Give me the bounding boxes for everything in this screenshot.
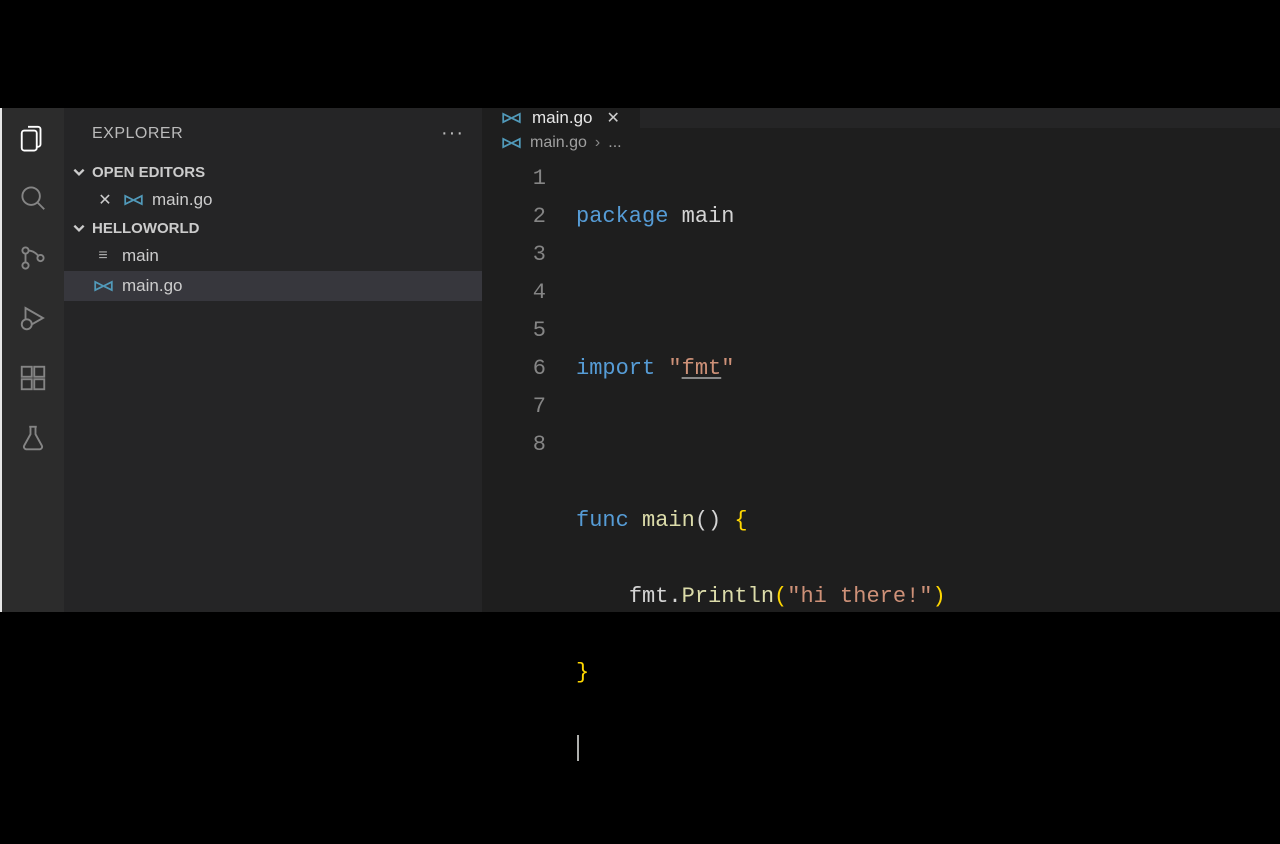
tab-main-go[interactable]: ᐅᐊ main.go ✕ bbox=[482, 108, 640, 128]
cursor bbox=[577, 735, 579, 761]
file-name: main bbox=[122, 246, 159, 266]
tok-brace: } bbox=[576, 660, 589, 685]
line-number: 2 bbox=[482, 198, 546, 236]
code-editor[interactable]: 1 2 3 4 5 6 7 8 package main import "fmt… bbox=[482, 158, 1280, 844]
tok-string: " bbox=[721, 356, 734, 381]
breadcrumb-filename: main.go bbox=[530, 134, 587, 152]
tab-filename: main.go bbox=[532, 108, 592, 128]
sidebar-more-icon[interactable]: ··· bbox=[441, 122, 464, 145]
binary-file-icon: ≡ bbox=[92, 247, 114, 265]
go-file-icon: ᐅᐊ bbox=[500, 110, 522, 127]
editor-area: ᐅᐊ main.go ✕ ᐅᐊ main.go › ... 1 2 3 4 5 … bbox=[482, 108, 1280, 612]
tok-punct: . bbox=[668, 584, 681, 609]
line-number: 7 bbox=[482, 388, 546, 426]
tok-paren: ( bbox=[774, 584, 787, 609]
workspace-header[interactable]: HELLOWORLD bbox=[64, 215, 482, 241]
breadcrumb[interactable]: ᐅᐊ main.go › ... bbox=[482, 128, 1280, 158]
source-control-icon[interactable] bbox=[17, 242, 49, 274]
explorer-icon[interactable] bbox=[17, 122, 49, 154]
line-number: 4 bbox=[482, 274, 546, 312]
sidebar-title: EXPLORER bbox=[92, 125, 183, 143]
tok-ident: fmt bbox=[629, 584, 669, 609]
activity-bar bbox=[0, 108, 64, 612]
tok-brace: { bbox=[721, 508, 747, 533]
tok-keyword: package bbox=[576, 204, 668, 229]
line-number: 6 bbox=[482, 350, 546, 388]
tok-paren: ) bbox=[932, 584, 945, 609]
run-debug-icon[interactable] bbox=[17, 302, 49, 334]
testing-icon[interactable] bbox=[17, 422, 49, 454]
tab-bar: ᐅᐊ main.go ✕ bbox=[482, 108, 1280, 128]
workspace-label: HELLOWORLD bbox=[92, 220, 199, 237]
go-file-icon: ᐅᐊ bbox=[122, 192, 144, 209]
tok-func: main bbox=[629, 508, 695, 533]
open-editor-item[interactable]: ✕ ᐅᐊ main.go bbox=[64, 185, 482, 215]
file-item-main-go[interactable]: ᐅᐊ main.go bbox=[64, 271, 482, 301]
tok-string: "hi there!" bbox=[787, 584, 932, 609]
code-content[interactable]: package main import "fmt" func main() { … bbox=[576, 160, 1280, 844]
go-file-icon: ᐅᐊ bbox=[92, 278, 114, 295]
chevron-down-icon bbox=[70, 163, 88, 181]
search-icon[interactable] bbox=[17, 182, 49, 214]
tok-keyword: import bbox=[576, 356, 655, 381]
go-file-icon: ᐅᐊ bbox=[500, 135, 522, 152]
open-editors-header[interactable]: OPEN EDITORS bbox=[64, 159, 482, 185]
tok-punct: () bbox=[695, 508, 721, 533]
tok-func: Println bbox=[682, 584, 774, 609]
close-icon[interactable]: ✕ bbox=[602, 108, 623, 128]
tok-indent bbox=[576, 584, 629, 609]
tok-string: " bbox=[655, 356, 681, 381]
line-number: 1 bbox=[482, 160, 546, 198]
breadcrumb-separator-icon: › bbox=[595, 134, 600, 152]
tok-keyword: func bbox=[576, 508, 629, 533]
line-number: 3 bbox=[482, 236, 546, 274]
tok-ident: main bbox=[668, 204, 734, 229]
tok-import: fmt bbox=[682, 356, 722, 381]
file-item-main[interactable]: ≡ main bbox=[64, 241, 482, 271]
line-number: 8 bbox=[482, 426, 546, 464]
explorer-sidebar: EXPLORER ··· OPEN EDITORS ✕ ᐅᐊ main.go H… bbox=[64, 108, 482, 612]
line-gutter: 1 2 3 4 5 6 7 8 bbox=[482, 160, 576, 844]
breadcrumb-rest: ... bbox=[608, 134, 621, 152]
app-window: EXPLORER ··· OPEN EDITORS ✕ ᐅᐊ main.go H… bbox=[0, 108, 1280, 612]
sidebar-header: EXPLORER ··· bbox=[64, 108, 482, 159]
extensions-icon[interactable] bbox=[17, 362, 49, 394]
line-number: 5 bbox=[482, 312, 546, 350]
file-name: main.go bbox=[122, 276, 182, 296]
open-editor-filename: main.go bbox=[152, 190, 212, 210]
close-icon[interactable]: ✕ bbox=[96, 190, 114, 210]
open-editors-label: OPEN EDITORS bbox=[92, 164, 205, 181]
chevron-down-icon bbox=[70, 219, 88, 237]
